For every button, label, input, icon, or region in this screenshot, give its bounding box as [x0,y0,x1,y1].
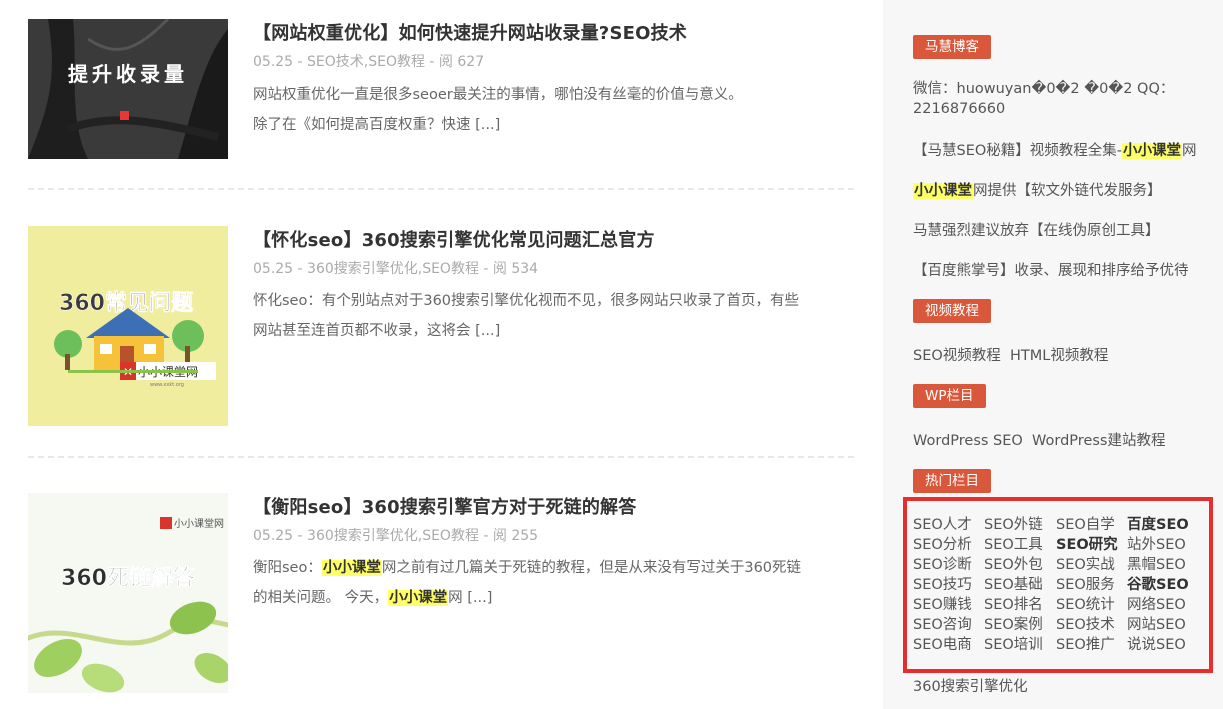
sidebar-link[interactable]: 小小课堂网提供【软文外链代发服务】 [913,179,1162,200]
thumbnail-caption: 提升收录量 [68,62,188,86]
post-thumbnail[interactable]: 提升收录量 [28,19,228,159]
tag-link[interactable]: SEO外链 [984,513,1043,534]
tag-link[interactable]: 网络SEO [1127,593,1186,614]
sidebar-link[interactable]: 马慧强烈建议放弃【在线伪原创工具】 [913,219,1160,240]
highlight-keyword[interactable]: 小小课堂 [321,560,382,576]
excerpt-text: 网之前有过几篇关于死链的教程，但是从来没有写过关于360死链 [381,560,802,576]
main-content: 提升收录量 【网站权重优化】如何快速提升网站收录量?SEO技术 05.25 - … [0,0,883,709]
tag-link[interactable]: 谷歌SEO [1127,573,1189,594]
post-item: 360常见问题 ✕ 小小课堂网 www.xxkt.org 【怀化seo】360搜… [28,226,854,426]
thumbnail-brand: 小小课堂网 [174,518,224,530]
post-meta: 05.25 - 360搜索引擎优化,SEO教程 - 阅 534 [253,261,539,277]
tag-link[interactable]: SEO统计 [1056,593,1115,614]
widget-badge-wp: WP栏目 [913,384,986,408]
tag-link[interactable]: SEO分析 [913,533,972,554]
thumbnail-image: 小小课堂网 360死链解答 [28,493,228,693]
tag-link[interactable]: SEO技巧 [913,573,972,594]
video-links[interactable]: SEO视频教程 HTML视频教程 [913,344,1108,365]
sidebar-link[interactable]: 360搜索引擎优化 [913,675,1028,696]
highlight-keyword[interactable]: 小小课堂 [388,590,449,606]
widget-badge-hot: 热门栏目 [913,469,991,493]
tag-link[interactable]: SEO电商 [913,633,972,654]
tag-link[interactable]: 百度SEO [1127,513,1189,534]
highlight-keyword[interactable]: 小小课堂 [1122,143,1183,159]
post-meta: 05.25 - SEO技术,SEO教程 - 阅 627 [253,54,485,70]
post-title[interactable]: 【网站权重优化】如何快速提升网站收录量?SEO技术 [253,19,687,45]
widget-badge-blog: 马慧博客 [913,35,991,59]
tag-link[interactable]: SEO排名 [984,593,1043,614]
tag-link[interactable]: SEO自学 [1056,513,1115,534]
post-title[interactable]: 【怀化seo】360搜索引擎优化常见问题汇总官方 [253,226,655,252]
post-item: 提升收录量 【网站权重优化】如何快速提升网站收录量?SEO技术 05.25 - … [28,19,854,159]
post-excerpt: 怀化seo：有个别站点对于360搜索引擎优化视而不见，很多网站只收录了首页，有些… [253,286,843,346]
post-thumbnail[interactable]: 360常见问题 ✕ 小小课堂网 www.xxkt.org [28,226,228,426]
thumbnail-image: 360常见问题 ✕ 小小课堂网 www.xxkt.org [28,226,228,426]
excerpt-text: 网 [448,590,463,606]
post-excerpt: 网站权重优化一直是很多seoer最关注的事情，哪怕没有丝毫的价值与意义。 除了在… [253,80,843,140]
tag-link[interactable]: SEO研究 [1056,533,1118,554]
tag-link[interactable]: SEO实战 [1056,553,1115,574]
tag-link[interactable]: 说说SEO [1127,633,1186,654]
tag-link[interactable]: SEO服务 [1056,573,1115,594]
excerpt-text: 网站权重优化一直是很多seoer最关注的事情，哪怕没有丝毫的价值与意义。 [253,87,743,103]
excerpt-text: 除了在《如何提高百度权重？快速 [253,117,471,133]
widget-badge-video: 视频教程 [913,299,991,323]
sidebar-link[interactable]: 【马慧SEO秘籍】视频教程全集-小小课堂网 [913,139,1197,160]
tag-link[interactable]: SEO人才 [913,513,972,534]
post-thumbnail[interactable]: 小小课堂网 360死链解答 [28,493,228,693]
read-more-link[interactable]: [...] [467,590,492,606]
excerpt-text: 衡阳seo： [253,560,322,576]
tag-link[interactable]: SEO赚钱 [913,593,972,614]
post-divider [28,188,854,190]
read-more-link[interactable]: [...] [475,117,500,133]
tag-link[interactable]: SEO培训 [984,633,1043,654]
tag-link[interactable]: 网站SEO [1127,613,1186,634]
thumbnail-caption: 360死链解答 [61,565,196,591]
excerpt-text: 网站甚至连首页都不收录，这将会 [253,323,471,339]
tag-link[interactable]: 站外SEO [1127,533,1186,554]
tag-link[interactable]: SEO推广 [1056,633,1115,654]
wp-links[interactable]: WordPress SEO WordPress建站教程 [913,429,1165,450]
tag-link[interactable]: SEO咨询 [913,613,972,634]
post-meta: 05.25 - 360搜索引擎优化,SEO教程 - 阅 255 [253,528,539,544]
tag-link[interactable]: SEO工具 [984,533,1043,554]
thumbnail-url: www.xxkt.org [150,382,184,388]
post-divider [28,456,854,458]
tag-link[interactable]: SEO外包 [984,553,1043,574]
excerpt-text: 的相关问题。 今天， [253,590,389,606]
read-more-link[interactable]: [...] [475,323,500,339]
sidebar-link[interactable]: 【百度熊掌号】收录、展现和排序给予优待 [913,259,1189,280]
tag-link[interactable]: SEO基础 [984,573,1043,594]
highlight-keyword[interactable]: 小小课堂 [913,183,973,199]
post-item: 小小课堂网 360死链解答 【衡阳seo】360搜索引擎官方对于死链的解答 05… [28,493,854,693]
thumbnail-image: 提升收录量 [28,19,228,159]
tag-link[interactable]: 黑帽SEO [1127,553,1186,574]
post-title[interactable]: 【衡阳seo】360搜索引擎官方对于死链的解答 [253,493,636,519]
excerpt-text: 怀化seo：有个别站点对于360搜索引擎优化视而不见，很多网站只收录了首页，有些 [253,293,800,309]
tag-link[interactable]: SEO诊断 [913,553,972,574]
contact-info: 微信：huowuyan�0�2 �0�2 QQ：2216876660 [913,81,1175,117]
tag-link[interactable]: SEO技术 [1056,613,1115,634]
tag-link[interactable]: SEO案例 [984,613,1043,634]
post-excerpt: 衡阳seo：小小课堂网之前有过几篇关于死链的教程，但是从来没有写过关于360死链… [253,553,843,613]
